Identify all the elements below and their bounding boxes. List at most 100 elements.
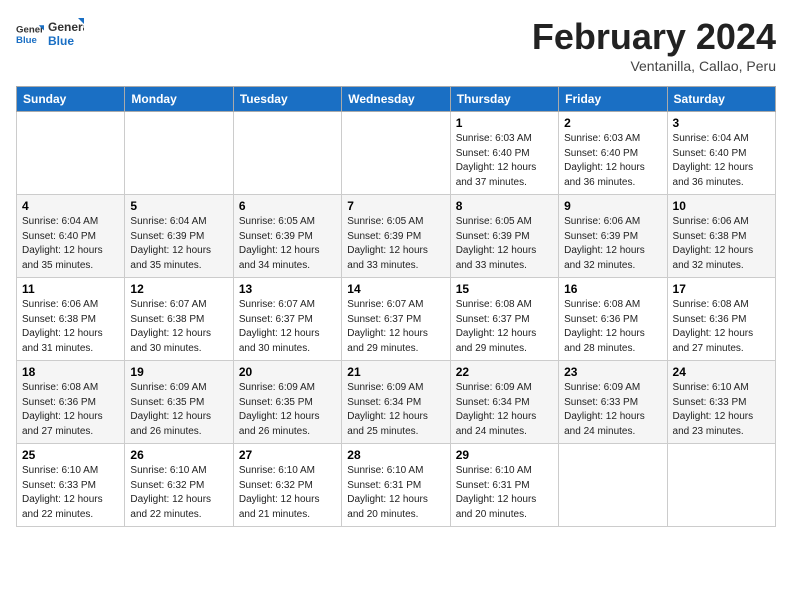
day-number: 6 — [239, 199, 336, 213]
day-info: Sunrise: 6:08 AM Sunset: 6:37 PM Dayligh… — [456, 298, 553, 356]
day-number: 2 — [564, 116, 661, 130]
day-number: 27 — [239, 448, 336, 462]
svg-text:Blue: Blue — [16, 35, 37, 46]
day-number: 16 — [564, 282, 661, 296]
day-info: Sunrise: 6:05 AM Sunset: 6:39 PM Dayligh… — [347, 215, 444, 273]
day-info: Sunrise: 6:09 AM Sunset: 6:35 PM Dayligh… — [130, 381, 227, 439]
calendar-cell: 1 Sunrise: 6:03 AM Sunset: 6:40 PM Daylig… — [450, 112, 558, 195]
day-number: 15 — [456, 282, 553, 296]
day-number: 5 — [130, 199, 227, 213]
day-number: 26 — [130, 448, 227, 462]
day-info: Sunrise: 6:10 AM Sunset: 6:33 PM Dayligh… — [673, 381, 770, 439]
day-number: 7 — [347, 199, 444, 213]
calendar-cell — [342, 112, 450, 195]
weekday-header-wednesday: Wednesday — [342, 87, 450, 112]
day-info: Sunrise: 6:08 AM Sunset: 6:36 PM Dayligh… — [564, 298, 661, 356]
calendar-table: SundayMondayTuesdayWednesdayThursdayFrid… — [16, 86, 776, 527]
calendar-week-5: 25 Sunrise: 6:10 AM Sunset: 6:33 PM Dayli… — [17, 444, 776, 527]
svg-text:General: General — [48, 20, 84, 34]
calendar-cell: 2 Sunrise: 6:03 AM Sunset: 6:40 PM Daylig… — [559, 112, 667, 195]
day-info: Sunrise: 6:06 AM Sunset: 6:39 PM Dayligh… — [564, 215, 661, 273]
day-info: Sunrise: 6:03 AM Sunset: 6:40 PM Dayligh… — [456, 132, 553, 190]
day-info: Sunrise: 6:05 AM Sunset: 6:39 PM Dayligh… — [239, 215, 336, 273]
day-info: Sunrise: 6:05 AM Sunset: 6:39 PM Dayligh… — [456, 215, 553, 273]
calendar-cell: 15 Sunrise: 6:08 AM Sunset: 6:37 PM Dayli… — [450, 278, 558, 361]
day-number: 17 — [673, 282, 770, 296]
day-info: Sunrise: 6:10 AM Sunset: 6:33 PM Dayligh… — [22, 464, 119, 522]
day-number: 21 — [347, 365, 444, 379]
day-number: 25 — [22, 448, 119, 462]
day-number: 29 — [456, 448, 553, 462]
calendar-cell: 6 Sunrise: 6:05 AM Sunset: 6:39 PM Daylig… — [233, 195, 341, 278]
calendar-cell — [233, 112, 341, 195]
day-info: Sunrise: 6:03 AM Sunset: 6:40 PM Dayligh… — [564, 132, 661, 190]
day-info: Sunrise: 6:10 AM Sunset: 6:31 PM Dayligh… — [347, 464, 444, 522]
calendar-cell: 4 Sunrise: 6:04 AM Sunset: 6:40 PM Daylig… — [17, 195, 125, 278]
day-number: 4 — [22, 199, 119, 213]
calendar-cell: 23Sunrise: 6:09 AM Sunset: 6:33 PM Dayli… — [559, 361, 667, 444]
calendar-cell: 24 Sunrise: 6:10 AM Sunset: 6:33 PM Dayli… — [667, 361, 775, 444]
calendar-cell: 26 Sunrise: 6:10 AM Sunset: 6:32 PM Dayli… — [125, 444, 233, 527]
calendar-week-4: 18Sunrise: 6:08 AM Sunset: 6:36 PM Dayli… — [17, 361, 776, 444]
day-number: 13 — [239, 282, 336, 296]
calendar-cell: 3Sunrise: 6:04 AM Sunset: 6:40 PM Daylig… — [667, 112, 775, 195]
calendar-cell: 5Sunrise: 6:04 AM Sunset: 6:39 PM Daylig… — [125, 195, 233, 278]
day-info: Sunrise: 6:06 AM Sunset: 6:38 PM Dayligh… — [22, 298, 119, 356]
day-number: 19 — [130, 365, 227, 379]
day-info: Sunrise: 6:06 AM Sunset: 6:38 PM Dayligh… — [673, 215, 770, 273]
calendar-cell: 22 Sunrise: 6:09 AM Sunset: 6:34 PM Dayli… — [450, 361, 558, 444]
weekday-header-thursday: Thursday — [450, 87, 558, 112]
day-number: 22 — [456, 365, 553, 379]
day-info: Sunrise: 6:07 AM Sunset: 6:37 PM Dayligh… — [347, 298, 444, 356]
day-info: Sunrise: 6:04 AM Sunset: 6:40 PM Dayligh… — [22, 215, 119, 273]
day-info: Sunrise: 6:07 AM Sunset: 6:37 PM Dayligh… — [239, 298, 336, 356]
calendar-cell — [17, 112, 125, 195]
calendar-cell: 10 Sunrise: 6:06 AM Sunset: 6:38 PM Dayli… — [667, 195, 775, 278]
day-info: Sunrise: 6:10 AM Sunset: 6:32 PM Dayligh… — [130, 464, 227, 522]
calendar-cell: 20Sunrise: 6:09 AM Sunset: 6:35 PM Dayli… — [233, 361, 341, 444]
day-number: 10 — [673, 199, 770, 213]
calendar-week-1: 1 Sunrise: 6:03 AM Sunset: 6:40 PM Daylig… — [17, 112, 776, 195]
calendar-cell: 17 Sunrise: 6:08 AM Sunset: 6:36 PM Dayli… — [667, 278, 775, 361]
location-subtitle: Ventanilla, Callao, Peru — [532, 58, 776, 74]
calendar-cell — [125, 112, 233, 195]
day-number: 14 — [347, 282, 444, 296]
calendar-week-2: 4 Sunrise: 6:04 AM Sunset: 6:40 PM Daylig… — [17, 195, 776, 278]
day-info: Sunrise: 6:10 AM Sunset: 6:31 PM Dayligh… — [456, 464, 553, 522]
day-number: 12 — [130, 282, 227, 296]
weekday-header-row: SundayMondayTuesdayWednesdayThursdayFrid… — [17, 87, 776, 112]
calendar-cell — [559, 444, 667, 527]
day-info: Sunrise: 6:10 AM Sunset: 6:32 PM Dayligh… — [239, 464, 336, 522]
day-number: 1 — [456, 116, 553, 130]
calendar-cell: 12Sunrise: 6:07 AM Sunset: 6:38 PM Dayli… — [125, 278, 233, 361]
logo: General Blue General Blue — [16, 16, 84, 52]
calendar-cell: 21 Sunrise: 6:09 AM Sunset: 6:34 PM Dayli… — [342, 361, 450, 444]
svg-text:Blue: Blue — [48, 34, 74, 48]
calendar-cell: 19 Sunrise: 6:09 AM Sunset: 6:35 PM Dayli… — [125, 361, 233, 444]
calendar-cell: 11Sunrise: 6:06 AM Sunset: 6:38 PM Dayli… — [17, 278, 125, 361]
logo-icon: General Blue — [16, 20, 44, 48]
day-number: 24 — [673, 365, 770, 379]
calendar-cell — [667, 444, 775, 527]
calendar-body: 1 Sunrise: 6:03 AM Sunset: 6:40 PM Daylig… — [17, 112, 776, 527]
day-info: Sunrise: 6:09 AM Sunset: 6:34 PM Dayligh… — [456, 381, 553, 439]
day-info: Sunrise: 6:08 AM Sunset: 6:36 PM Dayligh… — [22, 381, 119, 439]
day-number: 3 — [673, 116, 770, 130]
calendar-cell: 27 Sunrise: 6:10 AM Sunset: 6:32 PM Dayli… — [233, 444, 341, 527]
day-info: Sunrise: 6:09 AM Sunset: 6:35 PM Dayligh… — [239, 381, 336, 439]
day-info: Sunrise: 6:08 AM Sunset: 6:36 PM Dayligh… — [673, 298, 770, 356]
weekday-header-saturday: Saturday — [667, 87, 775, 112]
calendar-cell: 18Sunrise: 6:08 AM Sunset: 6:36 PM Dayli… — [17, 361, 125, 444]
calendar-cell: 14 Sunrise: 6:07 AM Sunset: 6:37 PM Dayli… — [342, 278, 450, 361]
gb-logo-icon: General Blue — [48, 16, 84, 52]
calendar-cell: 8Sunrise: 6:05 AM Sunset: 6:39 PM Daylig… — [450, 195, 558, 278]
day-number: 23 — [564, 365, 661, 379]
day-number: 9 — [564, 199, 661, 213]
calendar-cell: 28Sunrise: 6:10 AM Sunset: 6:31 PM Dayli… — [342, 444, 450, 527]
calendar-cell: 29 Sunrise: 6:10 AM Sunset: 6:31 PM Dayli… — [450, 444, 558, 527]
weekday-header-friday: Friday — [559, 87, 667, 112]
day-info: Sunrise: 6:09 AM Sunset: 6:34 PM Dayligh… — [347, 381, 444, 439]
calendar-cell: 7 Sunrise: 6:05 AM Sunset: 6:39 PM Daylig… — [342, 195, 450, 278]
calendar-cell: 16 Sunrise: 6:08 AM Sunset: 6:36 PM Dayli… — [559, 278, 667, 361]
title-area: February 2024 Ventanilla, Callao, Peru — [532, 16, 776, 74]
